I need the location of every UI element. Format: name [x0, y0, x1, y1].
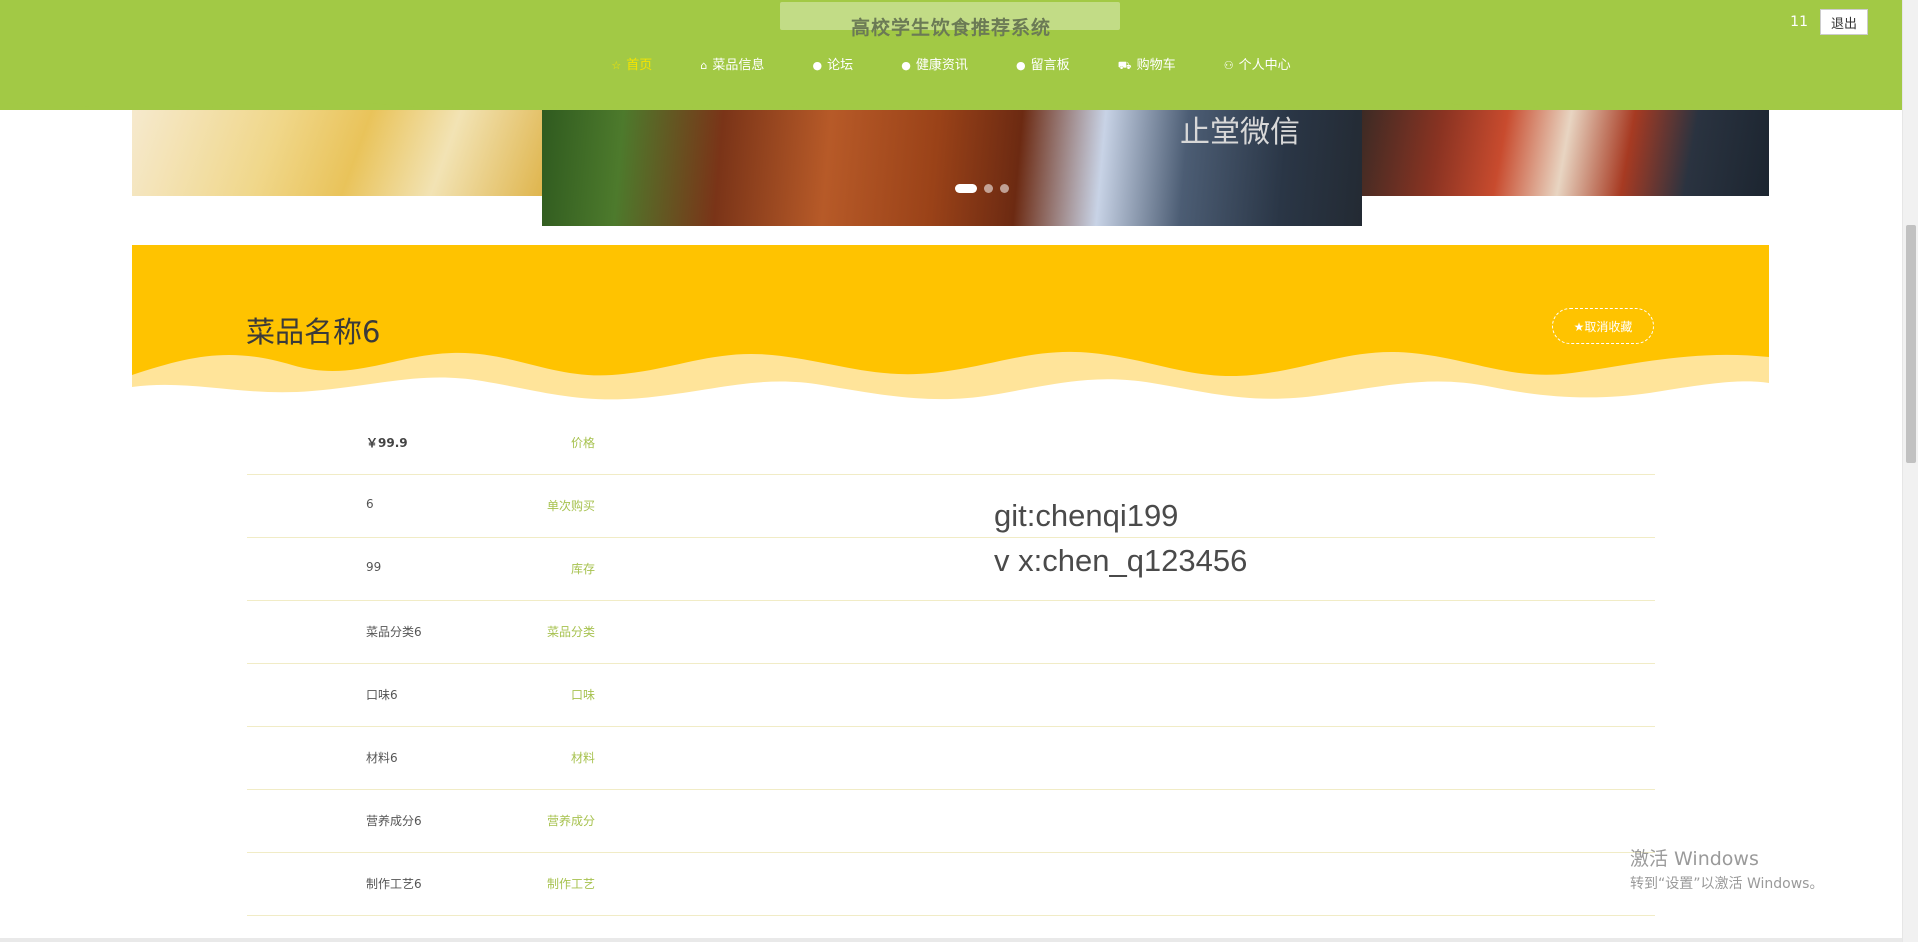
detail-label: 营养成分: [546, 814, 595, 828]
site-title: 高校学生饮食推荐系统: [850, 17, 1051, 39]
slide-calligraphy-text: 止堂微信: [1180, 115, 1300, 150]
detail-label: 材料: [570, 751, 595, 765]
overlay-line-git: git:chenqi199: [994, 498, 1179, 533]
nav-item-dishes[interactable]: ⌂ 菜品信息: [700, 54, 764, 73]
detail-value: 菜品分类6: [366, 625, 422, 639]
carousel-pagination: [955, 178, 1016, 197]
detail-value: ￥99.9: [366, 436, 408, 450]
user-icon: ⚇: [1223, 59, 1234, 72]
detail-label: 口味: [570, 688, 595, 702]
overlay-line-vx: v x:chen_q123456: [994, 543, 1248, 578]
circle-icon: ●: [1016, 59, 1026, 72]
detail-value: 制作工艺6: [366, 877, 422, 891]
main-nav: ☆ 首页 ⌂ 菜品信息 ● 论坛 ● 健康资讯 ● 留言板 ⛟ 购物车 ⚇ 个人中心: [0, 54, 1902, 74]
nav-item-health-news[interactable]: ● 健康资讯: [901, 54, 968, 73]
nav-item-user-center[interactable]: ⚇ 个人中心: [1224, 54, 1291, 73]
vertical-scrollbar[interactable]: [1902, 0, 1918, 942]
nav-item-home[interactable]: ☆ 首页: [611, 54, 652, 73]
contact-overlay-text: git:chenqi199 v x:chen_q123456: [994, 493, 1247, 583]
detail-row-stock: 库存 99: [247, 538, 1655, 601]
circle-icon: ●: [901, 59, 911, 72]
detail-value: 6: [366, 497, 374, 511]
detail-value: 99: [366, 560, 382, 574]
horizontal-scrollbar[interactable]: [0, 938, 1902, 942]
carousel-dot[interactable]: [1000, 184, 1009, 193]
carousel-dot[interactable]: [955, 184, 977, 193]
detail-row-craft: 制作工艺 制作工艺6: [247, 853, 1655, 916]
detail-label: 菜品分类: [546, 625, 595, 639]
detail-row-ingredients: 材料 材料6: [247, 727, 1655, 790]
detail-row-nutrition: 营养成分 营养成分6: [247, 790, 1655, 853]
activation-title: 激活 Windows: [1630, 848, 1759, 870]
detail-value: 营养成分6: [366, 814, 422, 828]
nav-item-message-board[interactable]: ● 留言板: [1016, 54, 1070, 73]
detail-value: 材料6: [366, 751, 398, 765]
top-header: 高校学生饮食推荐系统 ☆ 首页 ⌂ 菜品信息 ● 论坛 ● 健康资讯 ● 留言板 ⛟ 购物车…: [0, 0, 1902, 110]
bag-icon: ⌂: [700, 59, 708, 72]
nav-item-cart[interactable]: ⛟ 购物车: [1118, 54, 1176, 74]
star-icon: ☆: [611, 59, 622, 72]
detail-title-band: 菜品名称6 ★取消收藏: [132, 245, 1769, 405]
detail-row-price: 价格 ￥99.9: [247, 412, 1655, 475]
user-name: 11: [1790, 14, 1808, 30]
dish-title: 菜品名称6: [246, 315, 381, 349]
detail-row-single-purchase: 单次购买 6: [247, 475, 1655, 538]
dish-detail-table: 价格 ￥99.9 单次购买 6 库存 99 菜品分类 菜品分类6 口味 口味6 …: [247, 412, 1655, 916]
detail-label: 库存: [570, 562, 595, 576]
scrollbar-thumb[interactable]: [1906, 225, 1916, 463]
detail-label: 价格: [570, 436, 595, 450]
detail-value: 口味6: [366, 688, 398, 702]
carousel-dot[interactable]: [984, 184, 993, 193]
unfavorite-button[interactable]: ★取消收藏: [1552, 308, 1654, 344]
cart-icon: ⛟: [1117, 59, 1132, 72]
header-wave-divider: [0, 96, 1902, 108]
windows-activation-watermark: 激活 Windows 转到“设置”以激活 Windows。: [1630, 844, 1823, 893]
detail-label: 制作工艺: [546, 877, 595, 891]
nav-item-forum[interactable]: ● 论坛: [812, 54, 853, 73]
detail-row-taste: 口味 口味6: [247, 664, 1655, 727]
detail-label: 单次购买: [546, 499, 595, 513]
logout-button[interactable]: 退出: [1820, 9, 1868, 35]
detail-row-category: 菜品分类 菜品分类6: [247, 601, 1655, 664]
circle-icon: ●: [812, 59, 823, 72]
activation-subtitle: 转到“设置”以激活 Windows。: [1630, 876, 1824, 892]
